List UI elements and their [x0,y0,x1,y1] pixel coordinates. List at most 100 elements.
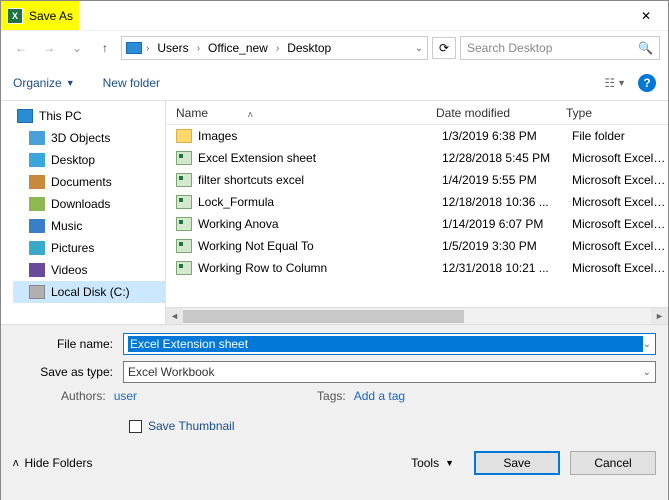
chevron-down-icon: ▼ [617,78,626,88]
file-row[interactable]: Working Not Equal To1/5/2019 3:30 PMMicr… [176,235,668,257]
navbar: ← → ⌄ ↑ › Users › Office_new › Desktop ⌄… [1,31,668,65]
view-icon: ☷ [604,76,615,90]
excel-file-icon [176,239,192,253]
file-name: Images [198,129,442,143]
column-header-date[interactable]: Date modified [436,106,566,120]
tags-label: Tags: [317,389,346,403]
documents-icon [29,175,45,189]
sidebar-label: 3D Objects [51,131,110,145]
sidebar-item-documents[interactable]: Documents [13,171,165,193]
window-title: Save As [29,9,73,23]
filename-label: File name: [13,337,123,351]
chevron-right-icon: › [146,43,149,54]
scroll-track[interactable] [183,308,651,324]
pc-icon [126,42,142,54]
type-select[interactable]: Excel Workbook ⌄ [123,361,656,383]
chevron-down-icon: ⌄ [72,41,82,55]
type-row: Save as type: Excel Workbook ⌄ [13,361,656,383]
file-type: Microsoft Excel W... [572,151,668,165]
arrow-left-icon: ← [15,41,27,55]
close-button[interactable]: ✕ [624,1,668,30]
file-name: Working Not Equal To [198,239,442,253]
breadcrumb-desktop[interactable]: Desktop [283,39,335,57]
chevron-down-icon[interactable]: ⌄ [643,339,651,350]
close-icon: ✕ [641,9,651,23]
address-dropdown[interactable]: ⌄ [415,43,423,54]
sidebar-item-local-disk[interactable]: Local Disk (C:) [13,281,165,303]
sidebar-item-this-pc[interactable]: This PC [13,105,165,127]
save-button[interactable]: Save [474,451,560,475]
chevron-down-icon: ▼ [445,458,454,468]
search-placeholder: Search Desktop [467,41,552,55]
sidebar-label: This PC [39,109,82,123]
sidebar-item-3d-objects[interactable]: 3D Objects [13,127,165,149]
forward-button[interactable]: → [37,36,61,60]
refresh-icon: ⟳ [439,41,449,55]
filename-input[interactable]: Excel Extension sheet ⌄ [123,333,656,355]
sidebar-label: Local Disk (C:) [51,285,130,299]
file-row[interactable]: Working Row to Column12/31/2018 10:21 ..… [176,257,668,279]
scroll-thumb[interactable] [183,310,464,323]
excel-file-icon [176,151,192,165]
toolbar-right: ☷ ▼ ? [604,74,656,92]
sidebar-item-videos[interactable]: Videos [13,259,165,281]
chevron-right-icon: › [276,43,279,54]
address-bar[interactable]: › Users › Office_new › Desktop ⌄ [121,36,428,60]
excel-file-icon [176,217,192,231]
save-thumbnail-row[interactable]: Save Thumbnail [129,419,656,433]
chevron-up-icon: ʌ [13,457,19,469]
sidebar-item-music[interactable]: Music [13,215,165,237]
arrow-up-icon: ↑ [102,41,108,55]
excel-file-icon [176,195,192,209]
titlebar: X Save As ✕ [1,1,668,31]
hide-folders-button[interactable]: ʌ Hide Folders [13,456,93,470]
scroll-right-icon[interactable]: ► [651,308,668,324]
downloads-icon [29,197,45,211]
column-header-type[interactable]: Type [566,106,668,120]
new-folder-button[interactable]: New folder [103,76,160,90]
chevron-down-icon[interactable]: ⌄ [643,367,651,378]
file-type: Microsoft Excel W... [572,195,668,209]
tags-value[interactable]: Add a tag [354,389,405,403]
title-accent: X Save As [1,1,79,30]
tools-dropdown[interactable]: Tools ▼ [411,456,454,470]
scroll-left-icon[interactable]: ◄ [166,308,183,324]
file-row[interactable]: Excel Extension sheet12/28/2018 5:45 PMM… [176,147,668,169]
sidebar-label: Pictures [51,241,94,255]
breadcrumb-office[interactable]: Office_new [204,39,272,57]
file-type: Microsoft Excel W... [572,173,668,187]
search-input[interactable]: Search Desktop 🔍 [460,36,660,60]
sidebar-item-pictures[interactable]: Pictures [13,237,165,259]
file-type: File folder [572,129,668,143]
organize-label: Organize [13,76,62,90]
column-header-name[interactable]: Nameʌ [176,106,436,120]
view-button[interactable]: ☷ ▼ [604,76,626,90]
help-button[interactable]: ? [638,74,656,92]
file-name: filter shortcuts excel [198,173,442,187]
recent-dropdown[interactable]: ⌄ [65,36,89,60]
file-date: 1/3/2019 6:38 PM [442,129,572,143]
file-row[interactable]: Working Anova1/14/2019 6:07 PMMicrosoft … [176,213,668,235]
file-row[interactable]: Lock_Formula12/18/2018 10:36 ...Microsof… [176,191,668,213]
file-list[interactable]: Images1/3/2019 6:38 PMFile folderExcel E… [166,125,668,307]
cancel-button[interactable]: Cancel [570,451,656,475]
thumbnail-checkbox[interactable] [129,420,142,433]
horizontal-scrollbar[interactable]: ◄ ► [166,307,668,324]
file-row[interactable]: filter shortcuts excel1/4/2019 5:55 PMMi… [176,169,668,191]
3d-icon [29,131,45,145]
sidebar-label: Desktop [51,153,95,167]
back-button[interactable]: ← [9,36,33,60]
up-button[interactable]: ↑ [93,36,117,60]
excel-icon: X [7,8,23,24]
organize-button[interactable]: Organize ▼ [13,76,75,90]
sidebar-item-downloads[interactable]: Downloads [13,193,165,215]
file-date: 1/4/2019 5:55 PM [442,173,572,187]
authors-value[interactable]: user [114,389,137,403]
refresh-button[interactable]: ⟳ [432,37,456,59]
pc-icon [17,109,33,123]
breadcrumb-users[interactable]: Users [153,39,192,57]
file-row[interactable]: Images1/3/2019 6:38 PMFile folder [176,125,668,147]
sidebar-item-desktop[interactable]: Desktop [13,149,165,171]
file-name: Working Anova [198,217,442,231]
file-date: 1/5/2019 3:30 PM [442,239,572,253]
